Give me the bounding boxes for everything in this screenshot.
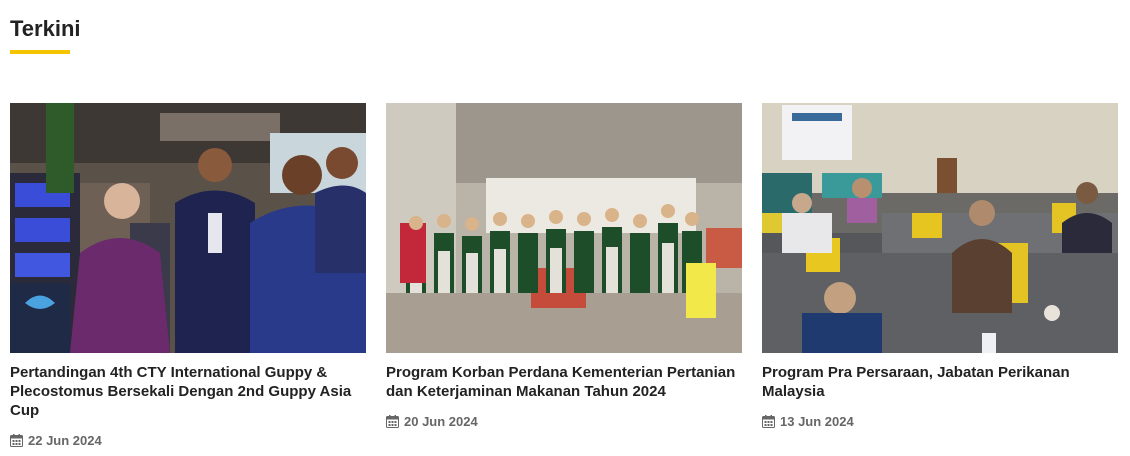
news-card-2-date-text: 20 Jun 2024 <box>404 413 478 429</box>
news-card-2-date: 20 Jun 2024 <box>386 413 742 429</box>
news-card-1-date-text: 22 Jun 2024 <box>28 432 102 448</box>
news-card-2-image[interactable] <box>386 103 742 353</box>
calendar-icon <box>762 414 775 428</box>
news-card-1-date: 22 Jun 2024 <box>10 432 366 448</box>
news-card-3-date: 13 Jun 2024 <box>762 413 1118 429</box>
news-card-3-image[interactable] <box>762 103 1118 353</box>
news-card-2-title[interactable]: Program Korban Perdana Kementerian Perta… <box>386 363 742 401</box>
news-card-3-title[interactable]: Program Pra Persaraan, Jabatan Perikanan… <box>762 363 1118 401</box>
news-card-1-title[interactable]: Pertandingan 4th CTY International Guppy… <box>10 363 366 420</box>
news-card-1-image[interactable] <box>10 103 366 353</box>
news-card-3-date-text: 13 Jun 2024 <box>780 413 854 429</box>
news-card-3: Program Pra Persaraan, Jabatan Perikanan… <box>762 103 1118 429</box>
news-card-2: Program Korban Perdana Kementerian Perta… <box>386 103 742 429</box>
news-card-1: Pertandingan 4th CTY International Guppy… <box>10 103 366 448</box>
section-title: Terkini <box>10 16 81 41</box>
calendar-icon <box>386 414 399 428</box>
title-underline <box>10 50 70 54</box>
calendar-icon <box>10 433 23 447</box>
